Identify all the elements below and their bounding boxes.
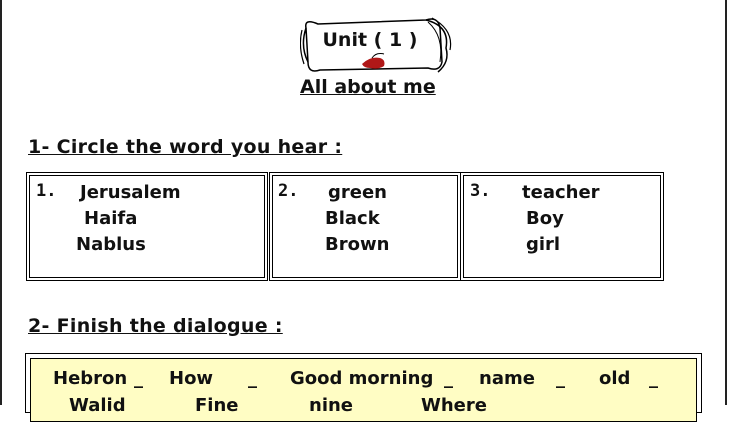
word-bank-box: Hebron _ How _ Good morning _ name _ old… [25, 353, 702, 422]
word-bank-item: old [599, 368, 631, 389]
word-bank-item: How [169, 368, 214, 389]
word-option[interactable]: green [328, 182, 387, 203]
word-group-1: 1. Jerusalem Haifa Nablus [26, 172, 268, 281]
word-option[interactable]: Jerusalem [80, 182, 181, 203]
word-bank-item: Hebron [53, 368, 128, 389]
word-option[interactable]: teacher [522, 182, 600, 203]
page-border-right [725, 0, 727, 405]
word-option[interactable]: Black [325, 208, 380, 229]
word-choice-table: 1. Jerusalem Haifa Nablus 2. green Black… [26, 172, 664, 284]
group-number: 1. [36, 181, 57, 201]
word-bank: Hebron _ How _ Good morning _ name _ old… [30, 358, 697, 422]
word-bank-item: Walid [69, 395, 126, 416]
page-border-left [0, 0, 2, 405]
word-separator: _ [444, 368, 453, 389]
page-title: All about me [300, 76, 436, 98]
word-bank-item: Good morning [290, 368, 434, 389]
unit-title: Unit ( 1 ) [322, 29, 418, 51]
unit-scroll-banner: Unit ( 1 ) [300, 16, 454, 76]
word-bank-item: Fine [195, 395, 239, 416]
word-separator: _ [649, 368, 658, 389]
word-group-2: 2. green Black Brown [269, 172, 461, 281]
word-option[interactable]: Haifa [84, 208, 137, 229]
word-bank-item: Where [421, 395, 487, 416]
section-1-title: 1- Circle the word you hear : [28, 136, 343, 158]
word-option[interactable]: Boy [526, 208, 564, 229]
word-option[interactable]: girl [526, 234, 560, 255]
group-number: 3. [470, 181, 491, 201]
word-bank-item: nine [309, 395, 354, 416]
word-group-3: 3. teacher Boy girl [460, 172, 664, 281]
word-option[interactable]: Nablus [76, 234, 146, 255]
group-number: 2. [278, 181, 299, 201]
word-bank-item: name [479, 368, 535, 389]
section-2-title: 2- Finish the dialogue : [28, 315, 283, 337]
word-option[interactable]: Brown [325, 234, 389, 255]
word-separator: _ [248, 368, 257, 389]
word-separator: _ [134, 368, 143, 389]
word-separator: _ [556, 368, 565, 389]
